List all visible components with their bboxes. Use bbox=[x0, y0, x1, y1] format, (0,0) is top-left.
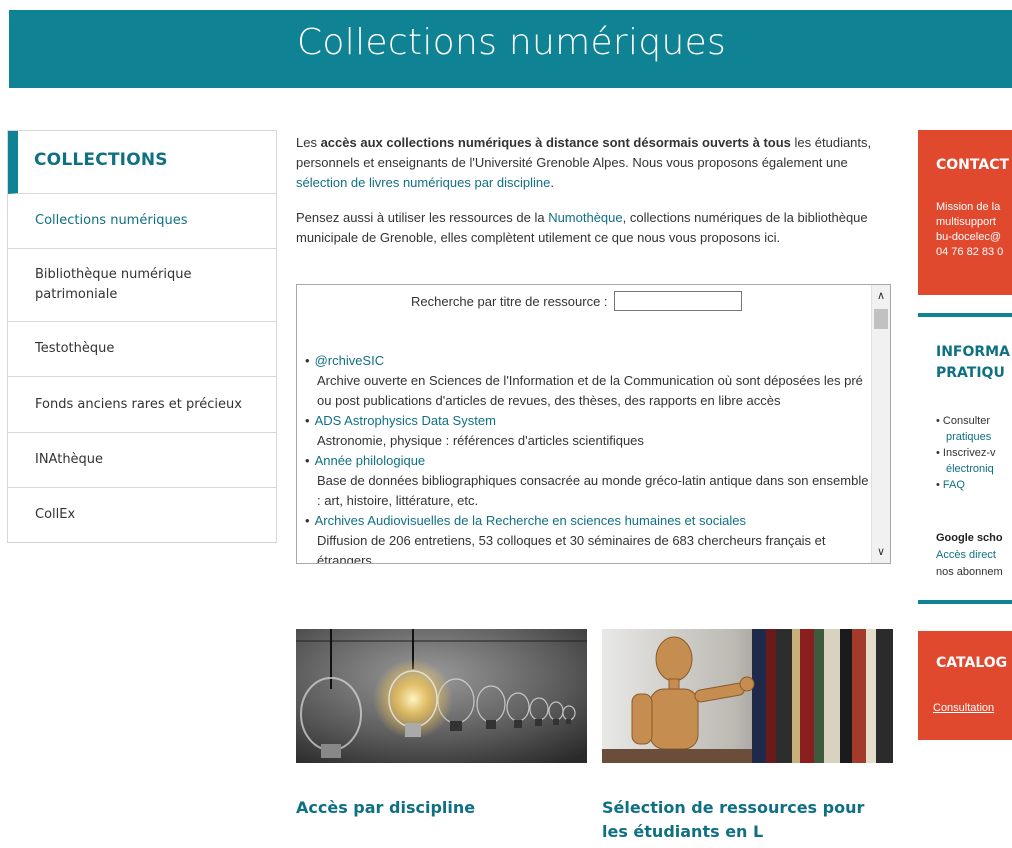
list-item: Année philologique Base de données bibli… bbox=[305, 451, 871, 511]
resource-link-archivesic[interactable]: @rchiveSIC bbox=[305, 351, 871, 371]
list-item: @rchiveSIC Archive ouverte en Sciences d… bbox=[305, 351, 871, 411]
contact-box: CONTACT Mission de la multisupport bu-do… bbox=[918, 130, 1012, 295]
list-item: • Inscrivez-v bbox=[936, 447, 996, 459]
catalogue-link[interactable]: Consultation bbox=[933, 701, 994, 716]
info-link-pratiques[interactable]: pratiques bbox=[936, 429, 995, 445]
list-item: ADS Astrophysics Data System Astronomie,… bbox=[305, 411, 871, 451]
nav-item-label: Bibliothèque numérique patrimoniale bbox=[35, 267, 192, 302]
contact-email-link[interactable]: bu-docelec@ bbox=[936, 230, 1003, 245]
nav-item-collections-numeriques[interactable]: Collections numériques bbox=[8, 194, 276, 249]
page-title: Collections numériques bbox=[297, 22, 727, 63]
card-title[interactable]: Accès par discipline bbox=[296, 796, 587, 820]
resource-search-row: Recherche par titre de ressource : bbox=[411, 291, 742, 311]
wooden-mannequin-bookshelf-image[interactable] bbox=[602, 629, 893, 763]
resource-list: @rchiveSIC Archive ouverte en Sciences d… bbox=[305, 351, 871, 563]
nav-item-collex[interactable]: CollEx bbox=[8, 488, 276, 542]
intro-paragraph-2: Pensez aussi à utiliser les ressources d… bbox=[296, 210, 868, 245]
card-title[interactable]: Sélection de ressources pour les étudian… bbox=[602, 796, 893, 844]
nav-item-inatheque[interactable]: INAthèque bbox=[8, 433, 276, 488]
contact-details: Mission de la multisupport bu-docelec@ 0… bbox=[936, 201, 1004, 258]
resource-description: Base de données bibliographiques consacr… bbox=[317, 473, 869, 508]
contact-heading: CONTACT bbox=[936, 157, 1010, 173]
intro-text: Les accès aux collections numériques à d… bbox=[296, 133, 896, 263]
resource-description: Diffusion de 206 entretiens, 53 colloque… bbox=[317, 533, 826, 563]
resource-description: Archive ouverte en Sciences de l'Informa… bbox=[317, 373, 863, 408]
google-scholar-heading: Google scho bbox=[936, 532, 1003, 544]
info-heading: INFORMA PRATIQU bbox=[936, 344, 1010, 381]
intro-bold-text: accès aux collections numériques à dista… bbox=[320, 135, 791, 150]
nav-item-label: INAthèque bbox=[35, 452, 104, 467]
nav-item-bibliotheque-numerique[interactable]: Bibliothèque numérique patrimoniale bbox=[8, 249, 276, 322]
scroll-down-arrow-icon[interactable]: ∨ bbox=[872, 544, 890, 560]
nav-item-label: CollEx bbox=[35, 507, 76, 522]
nav-heading: COLLECTIONS bbox=[8, 131, 276, 194]
list-item: • FAQ bbox=[936, 479, 965, 491]
sidebar-nav: COLLECTIONS Collections numériques Bibli… bbox=[7, 130, 277, 543]
intro-paragraph-1: Les accès aux collections numériques à d… bbox=[296, 135, 872, 190]
resource-scrollbar[interactable]: ∧ ∨ bbox=[871, 285, 890, 563]
card-selection-licence[interactable]: Sélection de ressources pour les étudian… bbox=[602, 629, 893, 844]
list-item: • Consulter bbox=[936, 415, 990, 427]
info-list: • Consulter pratiques • Inscrivez-v élec… bbox=[936, 413, 995, 493]
catalogue-heading: CATALOG bbox=[936, 655, 1008, 671]
scrollbar-thumb[interactable] bbox=[874, 309, 888, 329]
nav-heading-label: COLLECTIONS bbox=[34, 150, 168, 170]
nav-item-testotheque[interactable]: Testothèque bbox=[8, 322, 276, 377]
contact-phone: 04 76 82 83 0 bbox=[936, 246, 1004, 258]
nav-item-label: Testothèque bbox=[35, 341, 115, 356]
resource-search-label: Recherche par titre de ressource : bbox=[411, 293, 608, 309]
ebooks-by-discipline-link[interactable]: sélection de livres numériques par disci… bbox=[296, 175, 550, 190]
light-bulbs-image[interactable] bbox=[296, 629, 587, 763]
nav-item-fonds-anciens[interactable]: Fonds anciens rares et précieux bbox=[8, 377, 276, 433]
nav-item-label: Collections numériques bbox=[35, 213, 188, 228]
scroll-up-arrow-icon[interactable]: ∧ bbox=[872, 288, 890, 304]
list-item: Archives Audiovisuelles de la Recherche … bbox=[305, 511, 871, 563]
info-link-electronique[interactable]: électroniq bbox=[936, 461, 995, 477]
faq-link[interactable]: FAQ bbox=[943, 479, 965, 491]
google-scholar-link[interactable]: Accès direct bbox=[936, 547, 1003, 564]
resource-link-archives-audiovisuelles[interactable]: Archives Audiovisuelles de la Recherche … bbox=[305, 511, 871, 531]
card-acces-discipline[interactable]: Accès par discipline bbox=[296, 629, 587, 820]
nav-item-label: Fonds anciens rares et précieux bbox=[35, 396, 242, 412]
catalogue-box: CATALOG Consultation bbox=[918, 631, 1012, 740]
page-header-banner: Collections numériques bbox=[9, 10, 1012, 88]
resource-link-ads[interactable]: ADS Astrophysics Data System bbox=[305, 411, 871, 431]
numotheque-link[interactable]: Numothèque bbox=[548, 210, 622, 225]
resource-search-panel[interactable]: Recherche par titre de ressource : @rchi… bbox=[296, 284, 891, 564]
resource-search-input[interactable] bbox=[613, 291, 742, 311]
info-box: INFORMA PRATIQU • Consulter pratiques • … bbox=[918, 313, 1012, 604]
resource-description: Astronomie, physique : références d'arti… bbox=[317, 433, 644, 448]
resource-scroll-area: Recherche par titre de ressource : @rchi… bbox=[297, 285, 872, 563]
resource-link-annee-philologique[interactable]: Année philologique bbox=[305, 451, 871, 471]
google-scholar-section: Google scho Accès direct nos abonnem bbox=[936, 532, 1003, 578]
